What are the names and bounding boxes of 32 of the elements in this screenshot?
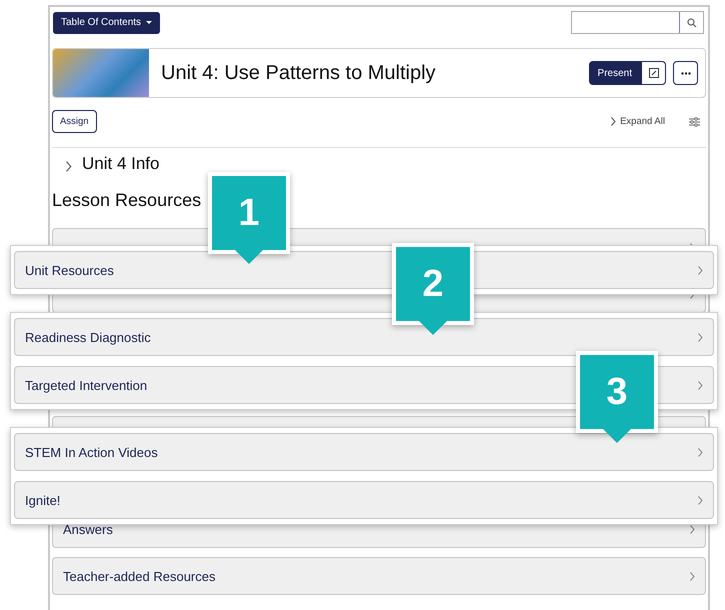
search-field[interactable] bbox=[571, 11, 704, 34]
resource-row[interactable]: Readiness Diagnostic bbox=[14, 318, 714, 356]
chevron-right-icon bbox=[690, 524, 695, 534]
search-icon bbox=[686, 18, 696, 28]
callout-pointer bbox=[603, 429, 631, 443]
table-of-contents-button[interactable]: Table Of Contents bbox=[53, 12, 160, 34]
resource-row[interactable]: Teacher-added Resources bbox=[52, 557, 706, 595]
chevron-right-icon bbox=[66, 160, 72, 172]
more-icon bbox=[680, 72, 690, 74]
callout-pointer bbox=[419, 321, 447, 335]
chevron-right-icon bbox=[690, 572, 695, 580]
chevron-right-icon bbox=[698, 496, 703, 504]
chevron-right-icon bbox=[698, 266, 703, 274]
resource-row[interactable]: Ignite! bbox=[14, 481, 714, 519]
present-button[interactable]: Present bbox=[588, 61, 641, 85]
edit-icon bbox=[648, 68, 658, 78]
expand-all-link[interactable]: Expand All bbox=[605, 115, 671, 128]
more-options-button[interactable] bbox=[673, 61, 698, 85]
chevron-right-icon bbox=[698, 448, 703, 456]
callout-badge: 2 bbox=[392, 243, 474, 325]
assign-button[interactable]: Assign bbox=[52, 110, 97, 133]
chevron-right-icon bbox=[611, 117, 616, 126]
filter-settings-icon[interactable] bbox=[689, 116, 700, 126]
section-title[interactable]: Unit 4 Info bbox=[82, 154, 160, 174]
unit-title: Unit 4: Use Patterns to Multiply bbox=[161, 62, 437, 84]
chevron-right-icon bbox=[698, 380, 703, 390]
callout-pointer bbox=[235, 250, 263, 264]
edit-button[interactable] bbox=[641, 61, 666, 85]
caret-icon bbox=[146, 21, 152, 24]
chevron-right-icon bbox=[698, 332, 703, 342]
resource-row[interactable]: STEM In Action Videos bbox=[14, 433, 714, 471]
section-heading: Lesson Resources bbox=[52, 190, 202, 211]
